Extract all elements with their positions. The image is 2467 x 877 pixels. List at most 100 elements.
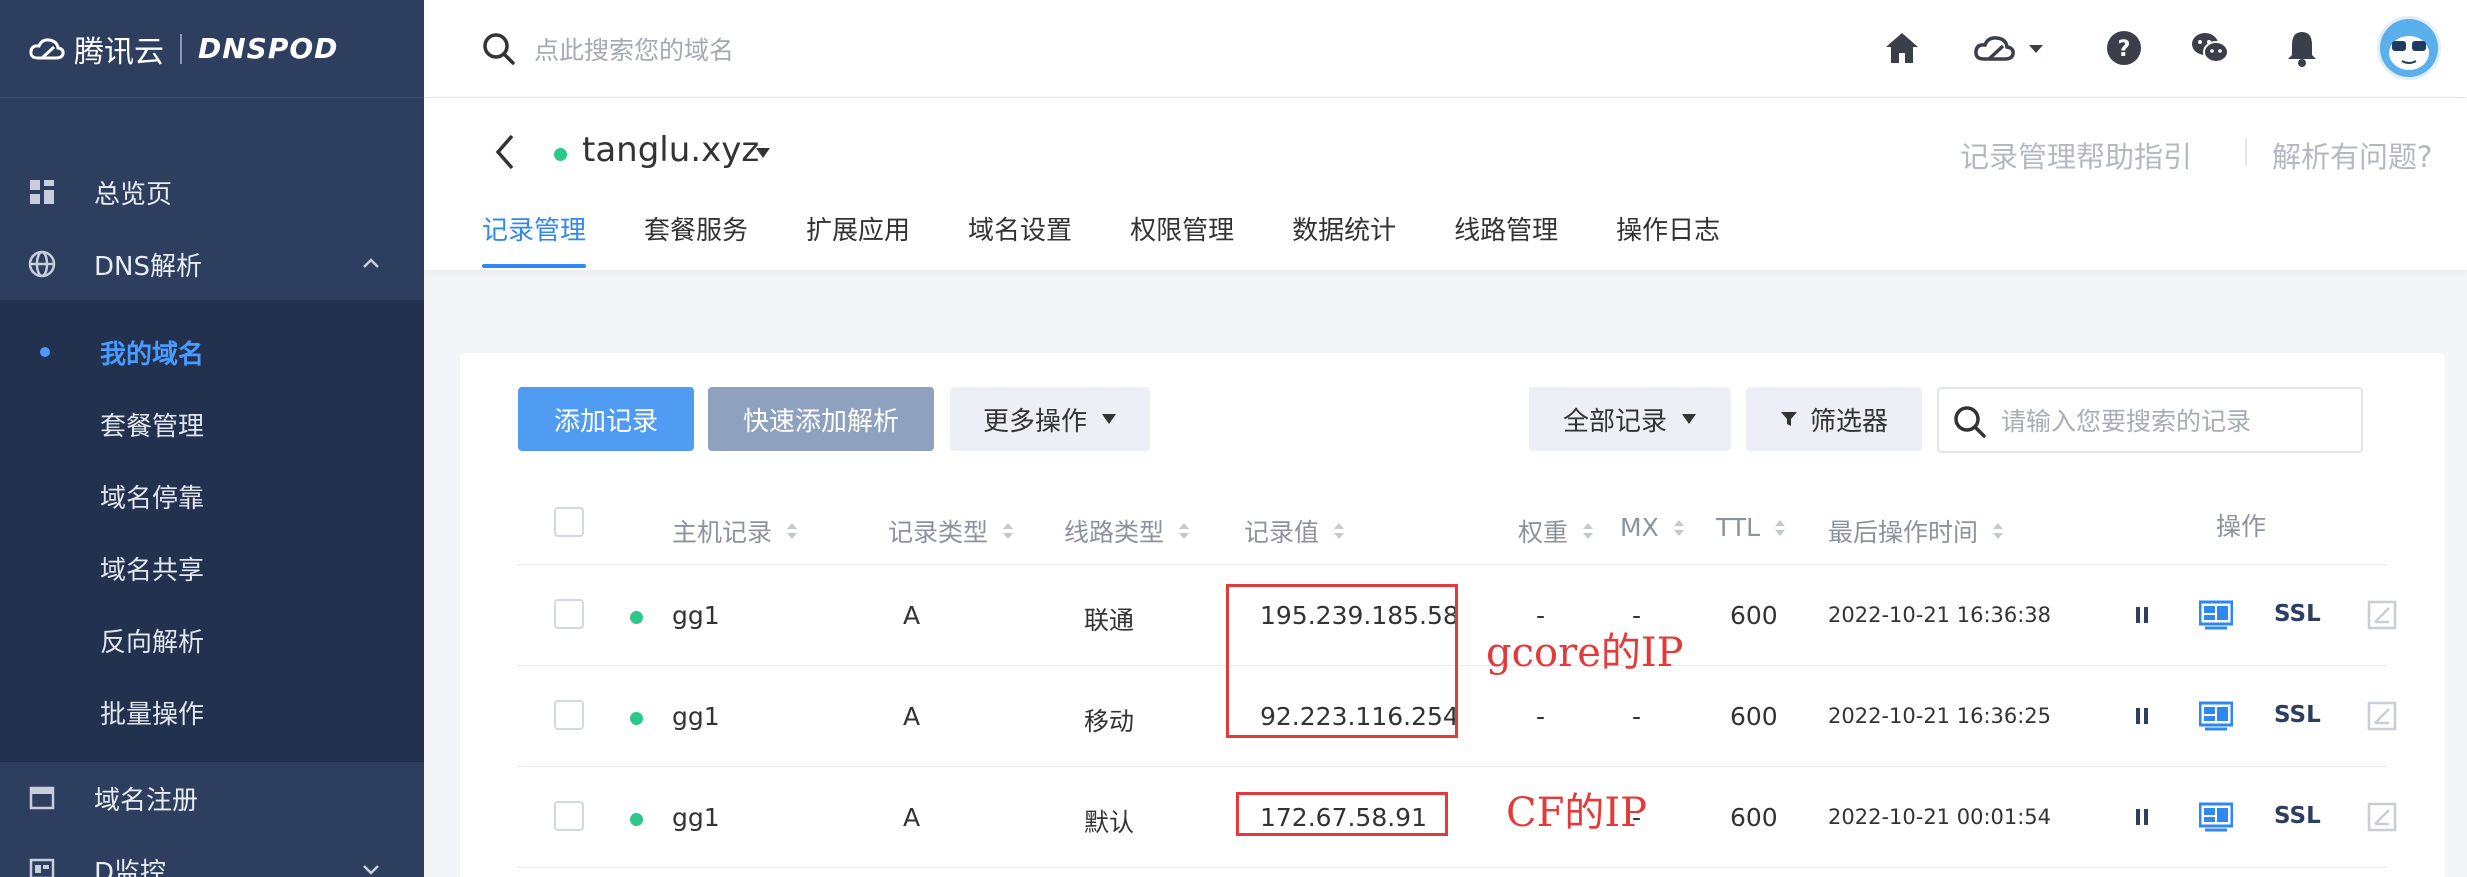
caret-down-icon — [1102, 414, 1116, 424]
column-host[interactable]: 主机记录 — [672, 513, 798, 549]
tab-record-management[interactable]: 记录管理 — [482, 210, 587, 268]
dns-issue-link[interactable]: 解析有问题? — [2272, 134, 2432, 176]
sidebar-nav: 总览页 DNS解析 我的域名 套餐管理 域名停靠 域名共享 反向解析 批量操作 … — [0, 98, 424, 877]
all-records-dropdown[interactable]: 全部记录 — [1529, 387, 1731, 451]
help-guide-link[interactable]: 记录管理帮助指引 — [1960, 134, 2192, 176]
column-last-modified[interactable]: 最后操作时间 — [1828, 513, 2004, 549]
search-icon[interactable] — [1953, 405, 1987, 439]
sort-icon — [1179, 523, 1190, 539]
monitor-chart-icon[interactable] — [2198, 597, 2234, 633]
domain-search-input[interactable] — [534, 30, 1134, 70]
column-ttl[interactable]: TTL — [1716, 513, 1786, 542]
cell-time: 2022-10-21 16:36:25 — [1828, 704, 2052, 728]
row-checkbox[interactable] — [554, 700, 584, 730]
top-bar: ? — [424, 0, 2467, 98]
calendar-icon — [28, 784, 56, 812]
home-icon[interactable] — [1882, 28, 1922, 68]
cell-host: gg1 — [672, 702, 720, 731]
caret-down-icon[interactable] — [754, 146, 772, 160]
remark-icon[interactable] — [2364, 799, 2400, 835]
row-checkbox[interactable] — [554, 599, 584, 629]
sidebar-item-label: 总览页 — [94, 179, 173, 210]
sidebar-item-domain-sharing[interactable]: 域名共享 — [0, 532, 424, 604]
back-arrow-icon[interactable] — [488, 132, 522, 172]
record-search-box[interactable] — [1937, 387, 2363, 453]
chevron-down-icon[interactable] — [360, 858, 382, 877]
cell-type: A — [903, 702, 921, 731]
quick-add-button[interactable]: 快速添加解析 — [708, 387, 934, 451]
help-icon[interactable]: ? — [2104, 28, 2144, 68]
sidebar-item-overview[interactable]: 总览页 — [0, 156, 424, 228]
cell-time: 2022-10-21 16:36:38 — [1828, 603, 2052, 627]
column-type[interactable]: 记录类型 — [888, 513, 1014, 549]
select-all-checkbox[interactable] — [554, 507, 584, 537]
tab-domain-settings[interactable]: 域名设置 — [968, 210, 1072, 268]
dns-submenu: 我的域名 套餐管理 域名停靠 域名共享 反向解析 批量操作 — [0, 300, 424, 762]
domain-name[interactable]: tanglu.xyz — [582, 130, 759, 170]
sidebar-item-my-domains[interactable]: 我的域名 — [0, 316, 424, 388]
column-line[interactable]: 线路类型 — [1064, 513, 1190, 549]
row-checkbox[interactable] — [554, 801, 584, 831]
dashboard-icon — [28, 178, 56, 206]
annotation-cf-label: CF的IP — [1506, 790, 1648, 836]
sidebar-item-domain-parking[interactable]: 域名停靠 — [0, 460, 424, 532]
cell-ttl: 600 — [1730, 803, 1778, 832]
tab-extensions[interactable]: 扩展应用 — [806, 210, 910, 268]
tencent-cloud-logo-icon — [29, 37, 65, 59]
monitor-chart-icon[interactable] — [2198, 799, 2234, 835]
user-avatar-icon — [2380, 19, 2438, 77]
column-weight[interactable]: 权重 — [1518, 513, 1594, 549]
pause-icon[interactable] — [2124, 597, 2160, 633]
sort-icon — [1993, 523, 2004, 539]
avatar[interactable] — [2377, 16, 2441, 80]
record-status-dot — [630, 813, 643, 826]
wechat-icon[interactable] — [2190, 28, 2230, 68]
sort-icon — [787, 523, 798, 539]
sidebar-item-plans[interactable]: 套餐管理 — [0, 388, 424, 460]
tab-line-management[interactable]: 线路管理 — [1454, 210, 1558, 268]
sidebar-item-batch-ops[interactable]: 批量操作 — [0, 676, 424, 748]
sidebar-item-domain-register[interactable]: 域名注册 — [0, 762, 424, 834]
domain-header: tanglu.xyz 记录管理帮助指引 解析有问题? 记录管理 套餐服务 扩展应… — [424, 98, 2467, 270]
search-icon[interactable] — [482, 32, 516, 66]
sidebar-item-label: D监控 — [94, 857, 167, 877]
pause-icon[interactable] — [2124, 698, 2160, 734]
cell-host: gg1 — [672, 601, 720, 630]
chevron-up-icon[interactable] — [360, 252, 382, 274]
cloud-menu-icon[interactable] — [1972, 28, 2046, 68]
table-row[interactable]: gg1 A 默认 172.67.58.91 - 600 2022-10-21 0… — [518, 767, 2397, 868]
ssl-link[interactable]: SSL — [2274, 702, 2321, 728]
annotation-box-cf — [1236, 792, 1448, 836]
tab-operation-log[interactable]: 操作日志 — [1616, 210, 1720, 268]
tab-statistics[interactable]: 数据统计 — [1292, 210, 1396, 268]
monitor-chart-icon[interactable] — [2198, 698, 2234, 734]
brand-logo[interactable]: 腾讯云 DNSPOD — [0, 0, 424, 98]
more-actions-button[interactable]: 更多操作 — [950, 387, 1150, 451]
pause-icon[interactable] — [2124, 799, 2160, 835]
button-label: 更多操作 — [982, 406, 1087, 437]
cell-host: gg1 — [672, 803, 720, 832]
tab-permissions[interactable]: 权限管理 — [1130, 210, 1234, 268]
divider — [2245, 138, 2247, 166]
column-operations: 操作 — [2216, 512, 2267, 541]
sidebar-item-reverse-dns[interactable]: 反向解析 — [0, 604, 424, 676]
record-search-input[interactable] — [2001, 403, 2351, 439]
sidebar-item-monitor[interactable]: D监控 — [0, 834, 424, 877]
filter-button[interactable]: 筛选器 — [1746, 387, 1922, 451]
annotation-box-gcore — [1226, 584, 1458, 738]
sidebar-item-label: 我的域名 — [100, 339, 205, 370]
sidebar-item-label: DNS解析 — [94, 251, 202, 282]
add-record-button[interactable]: 添加记录 — [518, 387, 694, 451]
remark-icon[interactable] — [2364, 698, 2400, 734]
remark-icon[interactable] — [2364, 597, 2400, 633]
tab-plan-service[interactable]: 套餐服务 — [644, 210, 748, 268]
monitor-icon — [28, 856, 56, 877]
ssl-link[interactable]: SSL — [2274, 803, 2321, 829]
sidebar-item-dns[interactable]: DNS解析 — [0, 228, 424, 300]
bell-icon[interactable] — [2282, 28, 2322, 68]
sidebar: 腾讯云 DNSPOD 总览页 DNS解析 我的域名 套餐管理 域名停靠 域名共享 — [0, 0, 424, 877]
ssl-link[interactable]: SSL — [2274, 601, 2321, 627]
column-mx[interactable]: MX — [1620, 513, 1685, 542]
annotation-gcore-label: gcore的IP — [1486, 630, 1684, 676]
column-value[interactable]: 记录值 — [1244, 513, 1345, 549]
